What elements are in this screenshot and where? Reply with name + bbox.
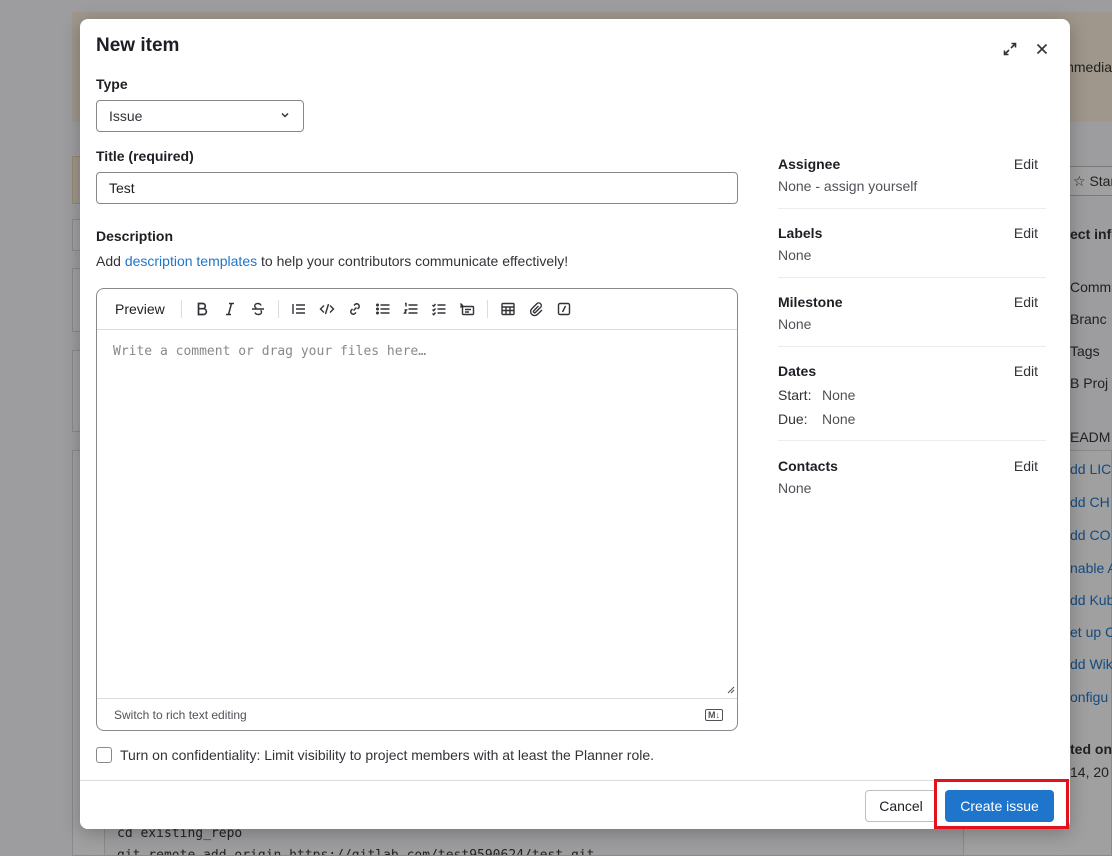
start-date-label: Start: (778, 387, 812, 403)
bullet-list-icon[interactable] (369, 295, 397, 323)
milestone-value: None (778, 316, 812, 332)
modal-title: New item (96, 35, 180, 56)
toolbar-divider (486, 300, 488, 318)
contacts-edit-button[interactable]: Edit (1014, 458, 1038, 474)
bold-icon[interactable] (188, 295, 216, 323)
strikethrough-icon[interactable] (244, 295, 272, 323)
description-templates-link[interactable]: description templates (125, 253, 257, 269)
description-textarea[interactable]: Write a comment or drag your files here… (97, 330, 737, 698)
new-item-modal: New item Type Issue Title (required) Des… (80, 19, 1070, 829)
assignee-value[interactable]: None - assign yourself (778, 178, 917, 194)
link-icon[interactable] (341, 295, 369, 323)
toolbar-divider (180, 300, 182, 318)
confidential-checkbox[interactable] (96, 747, 112, 763)
description-editor: Preview Write a comment or drag your fil… (96, 288, 738, 731)
assignee-field: Assignee Edit None - assign yourself (778, 156, 1046, 209)
milestone-edit-button[interactable]: Edit (1014, 294, 1038, 310)
type-label: Type (96, 76, 128, 92)
description-hint: Add description templates to help your c… (96, 253, 568, 269)
dates-label: Dates (778, 363, 817, 379)
close-icon[interactable] (1030, 37, 1054, 61)
contacts-field: Contacts Edit None (778, 458, 1046, 511)
editor-footer: Switch to rich text editing M↓ (97, 698, 737, 730)
confidential-option: Turn on confidentiality: Limit visibilit… (96, 747, 654, 763)
slash-command-icon[interactable] (550, 295, 578, 323)
dates-field: Dates Edit Start: None Due: None (778, 363, 1046, 441)
cancel-button[interactable]: Cancel (865, 790, 937, 822)
labels-field: Labels Edit None (778, 225, 1046, 278)
chevron-down-icon (279, 108, 291, 124)
milestone-field: Milestone Edit None (778, 294, 1046, 347)
milestone-label: Milestone (778, 294, 843, 310)
type-select-value: Issue (109, 108, 143, 124)
due-date-value: None (822, 411, 856, 427)
description-hint-prefix: Add (96, 253, 121, 269)
contacts-value: None (778, 480, 812, 496)
editor-toolbar: Preview (97, 289, 737, 330)
italic-icon[interactable] (216, 295, 244, 323)
switch-rich-text-button[interactable]: Switch to rich text editing (114, 708, 247, 722)
dates-edit-button[interactable]: Edit (1014, 363, 1038, 379)
description-hint-suffix: to help your contributors communicate ef… (261, 253, 569, 269)
task-list-icon[interactable] (425, 295, 453, 323)
title-input[interactable] (96, 172, 738, 204)
labels-edit-button[interactable]: Edit (1014, 225, 1038, 241)
assignee-label: Assignee (778, 156, 841, 172)
numbered-list-icon[interactable] (397, 295, 425, 323)
blockquote-icon[interactable] (285, 295, 313, 323)
preview-button[interactable]: Preview (105, 297, 175, 321)
description-label: Description (96, 228, 174, 244)
paperclip-icon[interactable] (522, 295, 550, 323)
title-label: Title (required) (96, 148, 194, 164)
assignee-edit-button[interactable]: Edit (1014, 156, 1038, 172)
labels-value: None (778, 247, 812, 263)
markdown-icon: M↓ (705, 708, 723, 721)
expand-icon[interactable] (998, 37, 1022, 61)
code-icon[interactable] (313, 295, 341, 323)
modal-footer: Cancel Create issue (80, 780, 1070, 829)
collapsible-section-icon[interactable] (453, 295, 481, 323)
create-issue-highlight-box (934, 779, 1069, 829)
start-date-value: None (822, 387, 856, 403)
type-select[interactable]: Issue (96, 100, 304, 132)
confidential-label: Turn on confidentiality: Limit visibilit… (120, 747, 655, 763)
labels-label: Labels (778, 225, 823, 241)
toolbar-divider (277, 300, 279, 318)
contacts-label: Contacts (778, 458, 838, 474)
resize-handle-icon[interactable] (727, 686, 735, 694)
table-icon[interactable] (494, 295, 522, 323)
due-date-label: Due: (778, 411, 808, 427)
